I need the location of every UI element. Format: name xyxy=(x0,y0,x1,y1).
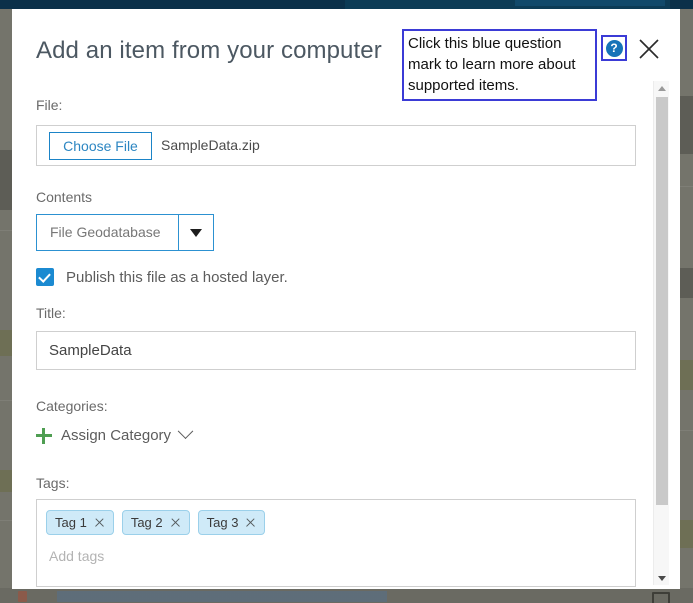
backdrop-bottom-icon-right xyxy=(652,592,670,603)
backdrop-bottom-text xyxy=(57,591,387,602)
backdrop-right-block xyxy=(680,268,693,298)
backdrop-left-line xyxy=(0,400,12,401)
tags-input-box[interactable]: Tag 1 Tag 2 Tag 3 Add tags xyxy=(36,499,636,587)
tag-chip-list: Tag 1 Tag 2 Tag 3 xyxy=(46,510,266,535)
close-icon xyxy=(639,39,659,59)
backdrop-left-line xyxy=(0,520,12,521)
selected-file-name: SampleData.zip xyxy=(161,137,260,153)
scrollbar-thumb[interactable] xyxy=(656,97,668,505)
backdrop-right-block xyxy=(680,96,693,154)
assign-category-button[interactable]: Assign Category xyxy=(36,423,194,444)
close-button[interactable] xyxy=(637,37,661,61)
title-input[interactable]: SampleData xyxy=(36,331,636,370)
remove-tag-icon[interactable] xyxy=(170,517,181,528)
assign-category-label: Assign Category xyxy=(61,427,172,444)
tag-chip[interactable]: Tag 1 xyxy=(46,510,114,535)
help-button[interactable]: ? xyxy=(601,35,627,61)
backdrop-left-line xyxy=(0,230,12,231)
tag-chip[interactable]: Tag 3 xyxy=(197,510,266,535)
tags-label: Tags: xyxy=(36,475,70,491)
caret-up-icon[interactable] xyxy=(654,81,670,95)
choose-file-button[interactable]: Choose File xyxy=(49,132,152,160)
plus-icon xyxy=(36,427,52,444)
backdrop-left-block xyxy=(0,150,12,210)
remove-tag-icon[interactable] xyxy=(245,517,256,528)
chevron-down-icon xyxy=(179,215,213,250)
dialog-body: File: Choose File SampleData.zip Content… xyxy=(12,73,680,589)
contents-select-value: File Geodatabase xyxy=(50,224,161,240)
backdrop-bottom-bar xyxy=(0,588,693,603)
backdrop-right-block xyxy=(680,360,693,390)
backdrop-right-line xyxy=(680,186,693,187)
title-input-value: SampleData xyxy=(49,342,132,359)
publish-checkbox-label: Publish this file as a hosted layer. xyxy=(66,268,288,286)
backdrop-right-line xyxy=(680,430,693,431)
tag-chip-label: Tag 2 xyxy=(130,515,163,530)
add-item-dialog: Add an item from your computer Click thi… xyxy=(12,9,680,589)
file-label: File: xyxy=(36,97,63,113)
backdrop-left-block xyxy=(0,330,12,356)
title-label: Title: xyxy=(36,305,66,321)
chevron-down-icon xyxy=(177,423,194,440)
contents-label: Contents xyxy=(36,189,93,205)
dialog-scrollbar[interactable] xyxy=(653,81,669,585)
dialog-title: Add an item from your computer xyxy=(36,37,382,64)
file-input-row: Choose File SampleData.zip xyxy=(36,125,636,166)
app-top-bar-segment-highlight xyxy=(515,0,665,6)
backdrop-left-strip xyxy=(0,9,12,588)
checkbox-checked-icon[interactable] xyxy=(36,268,54,286)
caret-down-icon[interactable] xyxy=(654,571,670,585)
backdrop-bottom-icon xyxy=(18,591,27,602)
tag-chip[interactable]: Tag 2 xyxy=(121,510,190,535)
tag-chip-label: Tag 1 xyxy=(55,515,87,530)
tag-chip-label: Tag 3 xyxy=(206,515,239,530)
tags-input-placeholder[interactable]: Add tags xyxy=(49,548,104,564)
backdrop-left-block xyxy=(0,470,12,492)
categories-label: Categories: xyxy=(36,398,108,414)
backdrop-right-block xyxy=(680,520,693,548)
publish-checkbox-row[interactable]: Publish this file as a hosted layer. xyxy=(36,268,288,286)
remove-tag-icon[interactable] xyxy=(94,517,105,528)
contents-select[interactable]: File Geodatabase xyxy=(36,214,214,251)
question-mark-icon: ? xyxy=(605,39,623,57)
